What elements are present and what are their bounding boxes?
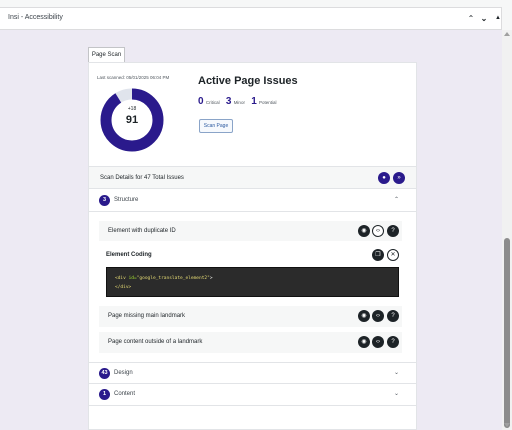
copy-icon[interactable]: ❐: [372, 249, 384, 261]
minor-count: 3: [225, 96, 232, 107]
issue-row-missing-main-landmark[interactable]: Page missing main landmark ◉ ‹› ?: [99, 306, 402, 327]
section-count-badge: 3: [99, 195, 110, 206]
eye-icon[interactable]: ◉: [358, 225, 370, 237]
issue-row-content-outside-landmark[interactable]: Page content outside of a landmark ◉ ‹› …: [99, 332, 402, 353]
active-issues-heading: Active Page Issues: [198, 75, 298, 87]
section-design[interactable]: 43 Design ⌄: [89, 362, 416, 384]
chevron-down-icon[interactable]: ⌄: [394, 369, 399, 376]
section-label: Structure: [114, 197, 139, 203]
close-icon[interactable]: ✕: [387, 249, 399, 261]
section-label: Design: [114, 370, 133, 376]
minor-label: Minor: [233, 100, 245, 105]
code-icon[interactable]: ‹›: [372, 225, 384, 237]
chevron-up-icon[interactable]: ⌃: [394, 196, 399, 203]
code-icon[interactable]: ‹›: [372, 310, 384, 322]
scan-details-title: Scan Details for 47 Total Issues: [100, 175, 184, 181]
last-scanned-text: Last scanned: 05/01/2025 06:04 PM: [97, 75, 170, 80]
section-label: Content: [114, 391, 136, 397]
issue-label: Element with duplicate ID: [108, 228, 176, 234]
section-count-badge: 1: [99, 389, 110, 400]
metabox-title: Insi - Accessibility: [8, 14, 63, 21]
section-count-badge: 43: [99, 368, 110, 379]
expand-all-icon[interactable]: »: [393, 172, 405, 184]
code-line-close: </div>: [115, 285, 132, 290]
scan-details-bar: Scan Details for 47 Total Issues ● »: [89, 166, 416, 189]
chevron-down-icon[interactable]: ⌄: [394, 390, 399, 397]
score-delta: +18: [127, 106, 137, 112]
scan-page-button[interactable]: Scan Page: [199, 119, 233, 133]
section-content[interactable]: 1 Content ⌄: [89, 384, 416, 406]
scrollbar-thumb[interactable]: [504, 238, 510, 428]
issue-counts: 0 Critical 3 Minor 1 Potential: [198, 96, 282, 107]
metabox-header: Insi - Accessibility ⌃ ⌄ ▲: [0, 7, 502, 30]
section-structure[interactable]: 3 Structure ⌃: [89, 190, 416, 212]
code-icon[interactable]: ‹›: [372, 336, 384, 348]
tab-page-scan[interactable]: Page Scan: [88, 47, 125, 63]
critical-label: Critical: [205, 100, 220, 105]
help-icon[interactable]: ?: [387, 336, 399, 348]
issue-row-duplicate-id[interactable]: Element with duplicate ID ◉ ‹› ?: [99, 221, 402, 242]
potential-count: 1: [251, 96, 257, 107]
page-scan-panel: Last scanned: 05/01/2025 06:04 PM +18 91…: [88, 62, 417, 430]
critical-count: 0: [198, 96, 204, 107]
element-coding-title: Element Coding: [106, 252, 152, 258]
move-down-icon[interactable]: ⌄: [478, 12, 490, 25]
highlight-icon[interactable]: ●: [378, 172, 390, 184]
help-icon[interactable]: ?: [387, 225, 399, 237]
scrollbar[interactable]: [502, 30, 512, 430]
toggle-panel-icon[interactable]: ▲: [492, 12, 504, 25]
potential-label: Potential: [259, 100, 277, 105]
issue-label: Page missing main landmark: [108, 313, 186, 319]
score-value: 91: [125, 114, 139, 126]
eye-icon[interactable]: ◉: [358, 310, 370, 322]
help-icon[interactable]: ?: [387, 310, 399, 322]
eye-icon[interactable]: ◉: [358, 336, 370, 348]
element-coding-box: Element Coding ❐ ✕ <div id="google_trans…: [99, 241, 402, 305]
scroll-down-arrow-icon[interactable]: [504, 423, 510, 427]
code-line-open: <div id="google_translate_element2">: [115, 276, 213, 281]
move-up-icon[interactable]: ⌃: [465, 12, 477, 25]
code-block: <div id="google_translate_element2"> </d…: [106, 267, 399, 297]
issue-label: Page content outside of a landmark: [108, 339, 203, 345]
scroll-up-arrow-icon[interactable]: [504, 32, 510, 36]
